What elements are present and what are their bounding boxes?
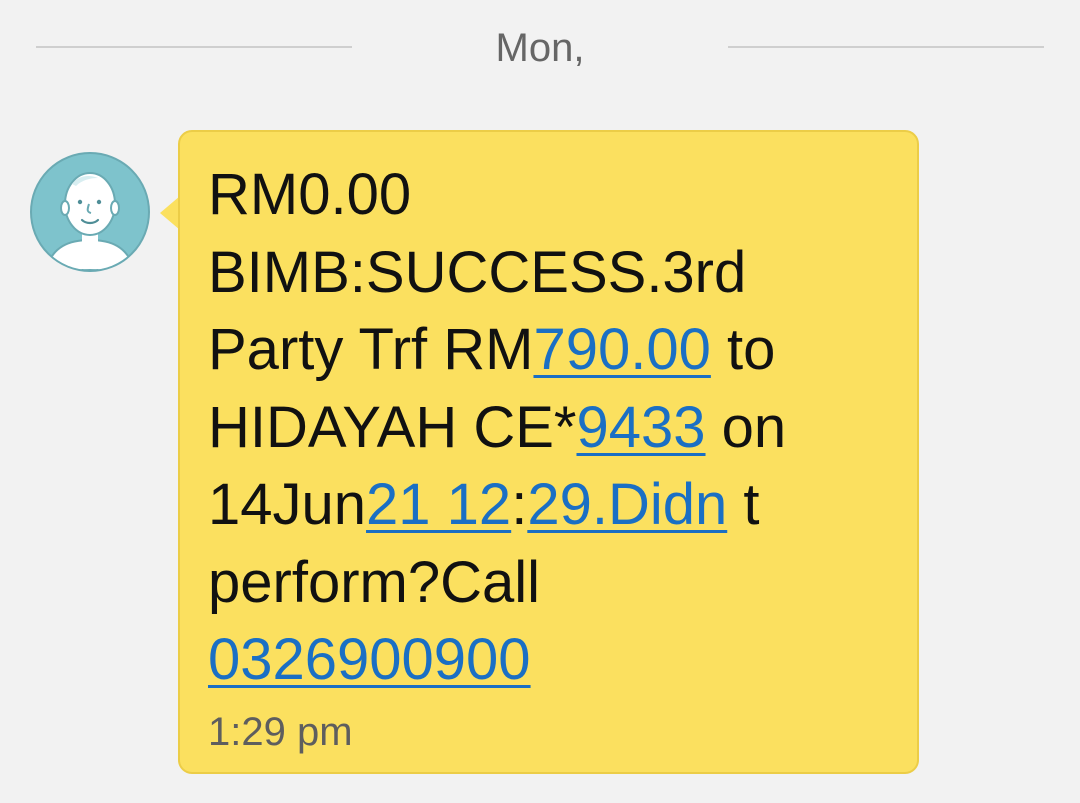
message-line: Party Trf RM790.00 to xyxy=(208,311,908,389)
message-text-segment: on xyxy=(705,394,787,460)
message-body: RM0.00 BIMB:SUCCESS.3rd Party Trf RM790.00… xyxy=(208,156,908,699)
conversation-screen: Mon, RM0.00 BIMB:SUCCESS.3rd Party Trf RM xyxy=(0,0,1080,803)
message-line: 0326900900 xyxy=(208,621,908,699)
message-text-segment: Party Trf RM xyxy=(208,317,534,382)
divider-line xyxy=(36,46,352,48)
avatar-face-graphic xyxy=(44,172,136,270)
message-text-segment: to xyxy=(710,317,776,382)
date-divider: Mon, xyxy=(36,24,1044,74)
message-line: perform?Call xyxy=(208,544,908,622)
divider-line xyxy=(728,46,1044,48)
message-link[interactable]: 21 12 xyxy=(366,472,511,537)
date-label: Mon, xyxy=(495,26,585,70)
bubble-tail xyxy=(160,196,180,230)
message-text-segment: perform?Call xyxy=(208,549,540,615)
message-timestamp: 1:29 pm xyxy=(208,710,353,754)
message-line: RM0.00 xyxy=(208,156,908,234)
message-text-segment: t xyxy=(727,472,760,537)
person-avatar-icon[interactable] xyxy=(30,152,150,272)
message-text-segment: BIMB:SUCCESS.3rd xyxy=(208,239,747,305)
message-link[interactable]: 29.Didn xyxy=(527,472,727,537)
message-link[interactable]: 9433 xyxy=(576,395,705,460)
message-text-segment: HIDAYAH CE* xyxy=(208,394,577,460)
message-text-segment: 14Jun xyxy=(208,472,367,537)
message-link[interactable]: 790.00 xyxy=(533,317,710,382)
message-text-segment: : xyxy=(511,472,528,537)
message-line: HIDAYAH CE*9433 on xyxy=(208,389,908,467)
message-link[interactable]: 0326900900 xyxy=(208,627,531,692)
message-text-segment: RM0.00 xyxy=(208,162,412,227)
message-line: BIMB:SUCCESS.3rd xyxy=(208,234,908,312)
message-line: 14Jun21 12:29.Didn t xyxy=(208,466,908,544)
